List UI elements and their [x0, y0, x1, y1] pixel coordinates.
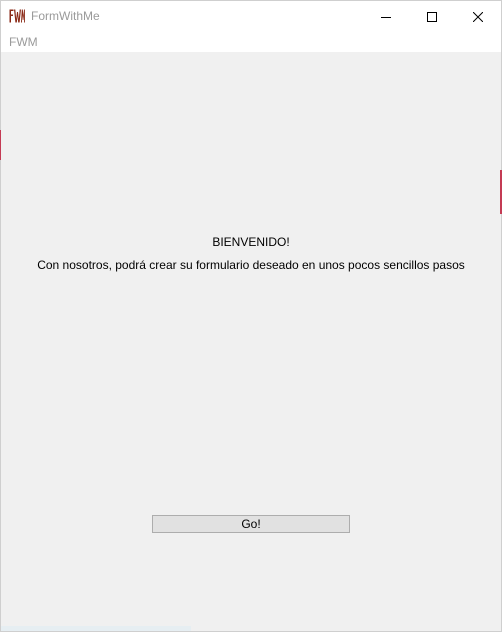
- bottom-strip: [1, 626, 191, 631]
- welcome-heading: BIENVENIDO!: [212, 235, 290, 249]
- fwm-logo-icon: [9, 9, 25, 23]
- close-button[interactable]: [455, 1, 501, 32]
- close-icon: [473, 11, 483, 22]
- welcome-description: Con nosotros, podrá crear su formulario …: [37, 258, 465, 272]
- app-window: FormWithMe FWM BIENVENIDO! Con nosotros,…: [0, 0, 502, 632]
- title-bar[interactable]: FormWithMe: [1, 1, 501, 32]
- go-button[interactable]: Go!: [152, 515, 350, 533]
- window-title: FormWithMe: [31, 9, 100, 23]
- minimize-icon: [381, 16, 391, 18]
- maximize-icon: [427, 11, 437, 22]
- maximize-button[interactable]: [409, 1, 455, 32]
- left-edge-mark: [0, 130, 1, 160]
- menu-item-fwm[interactable]: FWM: [9, 35, 38, 49]
- menu-bar: FWM: [1, 32, 501, 52]
- minimize-button[interactable]: [363, 1, 409, 32]
